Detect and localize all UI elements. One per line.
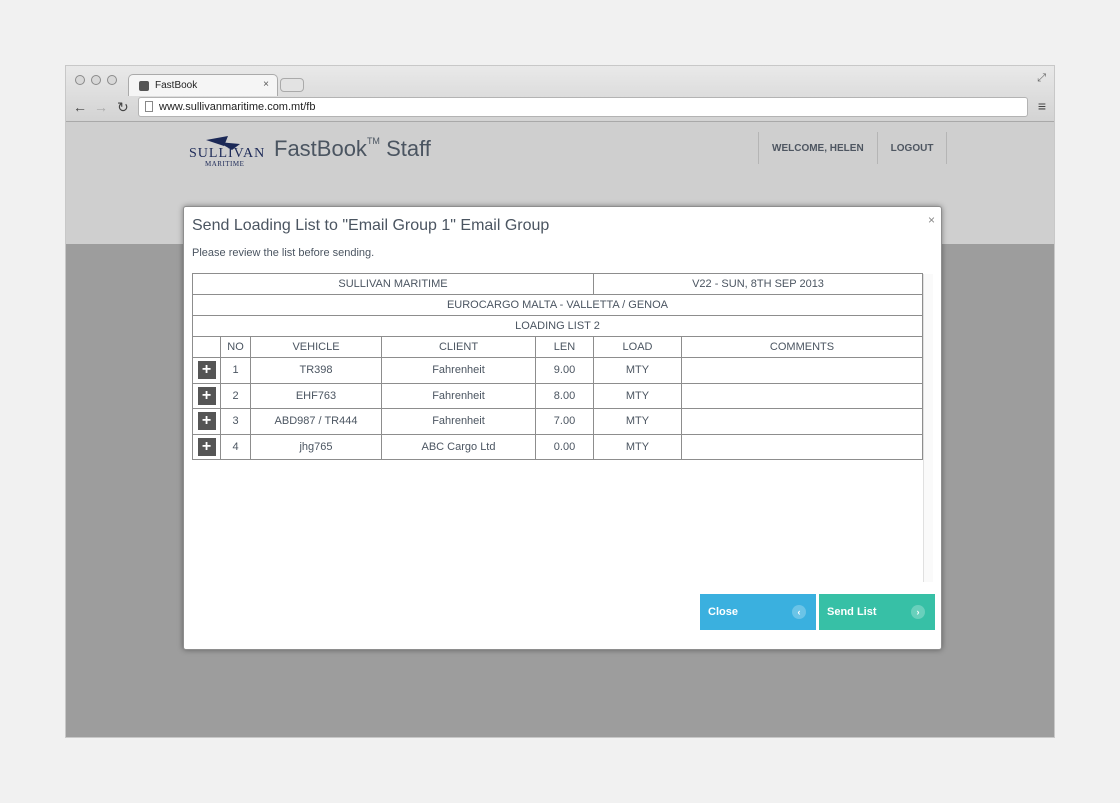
trademark: TM <box>366 136 380 146</box>
cell-len: 7.00 <box>535 408 594 435</box>
table-row: + 4 jhg765 ABC Cargo Ltd 0.00 MTY <box>192 433 923 460</box>
modal-title: Send Loading List to "Email Group 1" Ema… <box>192 217 550 234</box>
column-header: VEHICLE <box>250 336 382 358</box>
table-header-row: NO VEHICLE CLIENT LEN LOAD COMMENTS <box>192 336 923 358</box>
loading-list-table: SULLIVAN MARITIME V22 - SUN, 8TH SEP 201… <box>192 273 923 460</box>
close-window-button[interactable] <box>75 75 85 85</box>
cell-load: MTY <box>593 382 682 409</box>
address-bar[interactable]: www.sullivanmaritime.com.mt/fb <box>138 97 1028 117</box>
logo-subtext: MARITIME <box>205 160 245 168</box>
expand-column-header <box>192 336 221 358</box>
cell-no: 2 <box>220 382 251 409</box>
minimize-window-button[interactable] <box>91 75 101 85</box>
column-header: CLIENT <box>381 336 536 358</box>
cell-client: Fahrenheit <box>381 382 536 409</box>
close-button-label: Close <box>708 606 738 618</box>
send-button-label: Send List <box>827 606 877 618</box>
window-controls <box>75 75 117 85</box>
cell-len: 0.00 <box>535 433 594 460</box>
modal-scrollbar[interactable] <box>923 274 933 582</box>
cell-comments <box>681 357 923 384</box>
cell-no: 4 <box>220 433 251 460</box>
cell-no: 3 <box>220 408 251 435</box>
logout-link[interactable]: LOGOUT <box>876 132 948 164</box>
cell-vehicle: jhg765 <box>250 433 382 460</box>
cell-comments <box>681 433 923 460</box>
back-arrow-icon[interactable]: ← <box>73 99 87 115</box>
table-row: + 2 EHF763 Fahrenheit 8.00 MTY <box>192 382 923 409</box>
chevron-right-icon: › <box>911 605 925 619</box>
ship-favicon-icon <box>139 80 149 91</box>
fullscreen-icon[interactable]: ⤢ <box>1037 72 1046 85</box>
top-nav: WELCOME, HELEN LOGOUT <box>758 132 948 164</box>
cell-client: Fahrenheit <box>381 408 536 435</box>
send-list-modal: Send Loading List to "Email Group 1" Ema… <box>183 206 942 650</box>
column-header: NO <box>220 336 251 358</box>
company-cell: SULLIVAN MARITIME <box>192 273 594 295</box>
cell-no: 1 <box>220 357 251 384</box>
expand-cell: + <box>192 408 221 435</box>
cell-load: MTY <box>593 433 682 460</box>
chevron-left-icon: ‹ <box>792 605 806 619</box>
welcome-link[interactable]: WELCOME, HELEN <box>758 132 877 164</box>
browser-window: FastBook × ⤢ ← → ↻ www.sullivanmaritime.… <box>65 65 1055 738</box>
send-list-button[interactable]: Send List › <box>819 594 935 630</box>
expand-cell: + <box>192 357 221 384</box>
column-header: LEN <box>535 336 594 358</box>
column-header: COMMENTS <box>681 336 923 358</box>
expand-cell: + <box>192 433 221 460</box>
plus-icon[interactable]: + <box>197 386 216 405</box>
voyage-cell: V22 - SUN, 8TH SEP 2013 <box>593 273 923 295</box>
app-brand: FastBookTM Staff <box>274 136 431 162</box>
route-cell: EUROCARGO MALTA - VALLETTA / GENOA <box>192 294 923 316</box>
modal-close-icon[interactable]: × <box>928 213 935 227</box>
cell-vehicle: TR398 <box>250 357 382 384</box>
forward-arrow-icon[interactable]: → <box>94 99 108 115</box>
modal-subtitle: Please review the list before sending. <box>192 247 375 259</box>
cell-len: 8.00 <box>535 382 594 409</box>
plus-icon[interactable]: + <box>197 412 216 431</box>
hamburger-menu-icon[interactable]: ≡ <box>1038 98 1046 114</box>
close-button[interactable]: Close ‹ <box>700 594 816 630</box>
plus-icon[interactable]: + <box>197 437 216 456</box>
expand-cell: + <box>192 382 221 409</box>
brand-suffix: Staff <box>386 136 431 161</box>
new-tab-button[interactable] <box>280 78 304 92</box>
brand-name: FastBook <box>274 136 367 161</box>
cell-load: MTY <box>593 357 682 384</box>
plus-icon[interactable]: + <box>197 361 216 380</box>
page-icon <box>145 101 153 112</box>
table-row: + 3 ABD987 / TR444 Fahrenheit 7.00 MTY <box>192 408 923 435</box>
browser-tab[interactable]: FastBook × <box>128 74 278 96</box>
cell-vehicle: EHF763 <box>250 382 382 409</box>
list-name-cell: LOADING LIST 2 <box>192 315 923 337</box>
reload-icon[interactable]: ↻ <box>117 99 129 116</box>
cell-comments <box>681 382 923 409</box>
table-row: + 1 TR398 Fahrenheit 9.00 MTY <box>192 357 923 384</box>
browser-toolbar: FastBook × ⤢ ← → ↻ www.sullivanmaritime.… <box>66 66 1054 122</box>
cell-len: 9.00 <box>535 357 594 384</box>
close-tab-icon[interactable]: × <box>263 79 269 90</box>
cell-comments <box>681 408 923 435</box>
url-text: www.sullivanmaritime.com.mt/fb <box>159 101 316 113</box>
cell-load: MTY <box>593 408 682 435</box>
tab-title: FastBook <box>155 80 198 91</box>
cell-client: ABC Cargo Ltd <box>381 433 536 460</box>
cell-client: Fahrenheit <box>381 357 536 384</box>
cell-vehicle: ABD987 / TR444 <box>250 408 382 435</box>
zoom-window-button[interactable] <box>107 75 117 85</box>
column-header: LOAD <box>593 336 682 358</box>
